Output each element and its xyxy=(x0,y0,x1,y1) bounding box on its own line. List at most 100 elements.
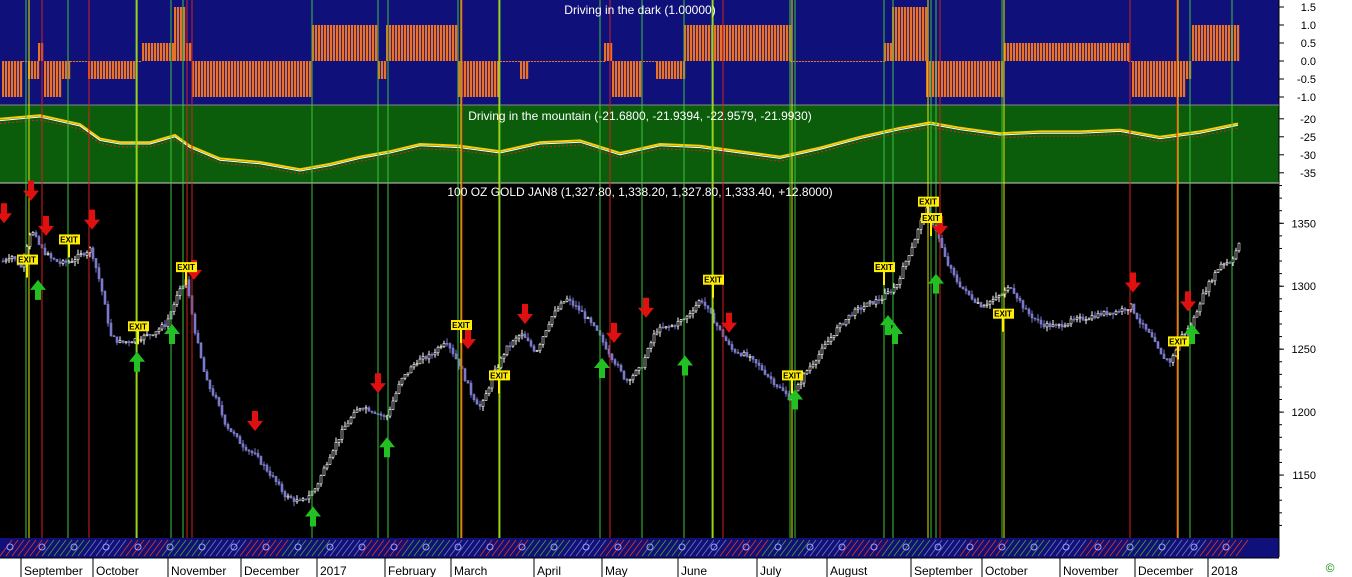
candle-body xyxy=(1156,341,1160,349)
candle-body xyxy=(979,302,983,308)
indicator-bar xyxy=(907,7,910,61)
indicator-bar xyxy=(237,61,240,97)
indicator-bar xyxy=(1034,43,1037,61)
indicator-bar xyxy=(1097,43,1100,61)
indicator-bar xyxy=(588,61,591,62)
candle-body xyxy=(187,279,191,296)
indicator-bar xyxy=(17,61,20,97)
indicator-bar xyxy=(1109,43,1112,61)
indicator-bar xyxy=(222,61,225,97)
indicator-bar xyxy=(786,25,789,61)
indicator-bar xyxy=(219,61,222,97)
candle-body xyxy=(1216,269,1220,273)
candle-body xyxy=(271,475,275,477)
indicator-bar xyxy=(829,61,832,62)
indicator-bar xyxy=(998,61,1001,97)
date-tick-label: September xyxy=(24,564,83,577)
indicator-bar xyxy=(130,61,133,79)
candle-body xyxy=(853,308,857,316)
indicator-bar xyxy=(582,61,585,62)
candle-body xyxy=(478,404,482,407)
indicator-bar xyxy=(835,61,838,62)
candle-body xyxy=(301,498,305,501)
candle-body xyxy=(877,299,881,301)
candle-body xyxy=(76,253,80,260)
indicator-bar xyxy=(515,61,518,62)
candle-body xyxy=(736,351,740,354)
candle-body xyxy=(1147,329,1151,333)
indicator-bar xyxy=(234,61,237,97)
indicator-bar xyxy=(240,61,243,97)
candle-body xyxy=(1165,358,1169,361)
candle-body xyxy=(1222,263,1226,266)
exit-label: EXIT xyxy=(60,235,78,244)
indicator-bar xyxy=(407,25,410,61)
candle-body xyxy=(217,397,221,406)
indicator-bar xyxy=(977,61,980,97)
indicator-bar xyxy=(276,61,279,97)
indicator-bar xyxy=(1219,25,1222,61)
candle-body xyxy=(259,456,263,465)
indicator-bar xyxy=(919,7,922,61)
candle-body xyxy=(361,408,365,410)
indicator-bar xyxy=(1067,43,1070,61)
indicator-bar xyxy=(464,61,467,97)
candle-body xyxy=(100,278,104,292)
candle-body xyxy=(1072,318,1076,321)
candle-body xyxy=(388,409,392,417)
candle-body xyxy=(337,439,341,443)
indicator-bar xyxy=(1144,61,1147,97)
indicator-bar xyxy=(354,25,357,61)
indicator-bar xyxy=(518,61,521,62)
candle-body xyxy=(1039,319,1043,325)
candle-body xyxy=(343,425,347,430)
indicator-bar xyxy=(1174,61,1177,97)
indicator-bar xyxy=(1055,43,1058,61)
indicator-bar xyxy=(1040,43,1043,61)
indicator-bar xyxy=(416,25,419,61)
top-y-tick-label: 1.0 xyxy=(1301,20,1316,32)
indicator-bar xyxy=(913,7,916,61)
candle-body xyxy=(178,288,182,296)
candle-body xyxy=(517,335,521,339)
candle-body xyxy=(91,247,95,259)
indicator-bar xyxy=(898,7,901,61)
indicator-bar xyxy=(1132,61,1135,97)
indicator-bar xyxy=(443,25,446,61)
candle-body xyxy=(97,267,101,280)
indicator-bar xyxy=(404,25,407,61)
candle-body xyxy=(427,353,431,360)
indicator-bar xyxy=(744,25,747,61)
candle-body xyxy=(565,298,569,302)
candle-body xyxy=(256,453,260,457)
candle-body xyxy=(823,344,827,349)
candle-body xyxy=(49,253,53,259)
candle-body xyxy=(652,333,656,344)
indicator-bar xyxy=(643,61,646,62)
candle-body xyxy=(544,330,548,337)
indicator-bar xyxy=(668,61,671,79)
candle-body xyxy=(205,371,209,381)
indicator-bar xyxy=(968,61,971,97)
indicator-bar xyxy=(76,61,79,62)
indicator-bar xyxy=(771,25,774,61)
indicator-bar xyxy=(31,61,34,79)
indicator-bar xyxy=(20,61,23,97)
candle-body xyxy=(1198,303,1202,313)
indicator-bar xyxy=(738,25,741,61)
indicator-bar xyxy=(1037,43,1040,61)
indicator-bar xyxy=(124,61,127,79)
indicator-bar xyxy=(702,25,705,61)
indicator-bar xyxy=(901,7,904,61)
exit-label: EXIT xyxy=(177,263,195,272)
indicator-bar xyxy=(437,25,440,61)
candle-body xyxy=(469,382,473,395)
indicator-bar xyxy=(1049,43,1052,61)
candle-body xyxy=(574,305,578,307)
candle-body xyxy=(1102,311,1106,316)
date-tick-label: July xyxy=(760,564,781,577)
candle-body xyxy=(1099,313,1103,316)
indicator-bar xyxy=(1228,25,1231,61)
indicator-bar xyxy=(604,43,607,61)
indicator-bar xyxy=(687,25,690,61)
